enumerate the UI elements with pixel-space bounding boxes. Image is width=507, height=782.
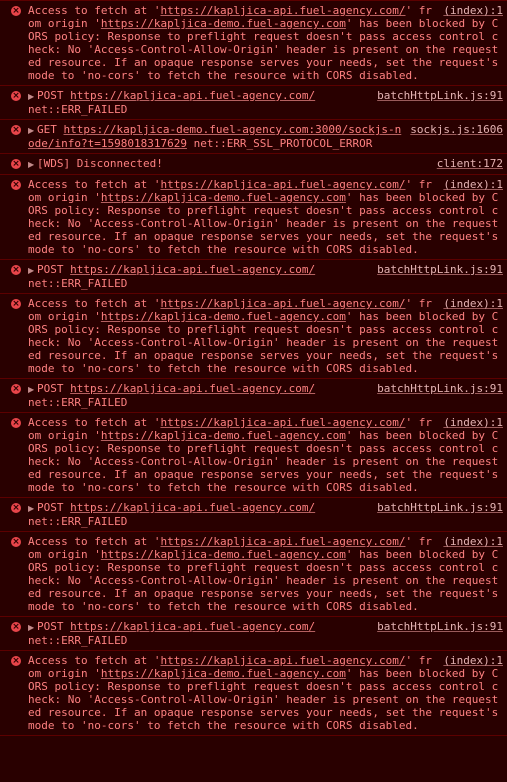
- error-x-icon: ×: [11, 91, 21, 101]
- url-link[interactable]: https://kapljica-api.fuel-agency.com/: [70, 501, 315, 514]
- url-link[interactable]: https://kapljica-api.fuel-agency.com/: [160, 4, 405, 17]
- console-message-cors-error: × (index):1 Access to fetch at 'https://ka…: [0, 413, 507, 498]
- error-x-icon: ×: [11, 6, 21, 16]
- console-message-network-error[interactable]: × batchHttpLink.js:91 ▶ POST https://kaplji…: [0, 617, 507, 651]
- error-x-icon: ×: [11, 656, 21, 666]
- error-x-icon: ×: [11, 125, 21, 135]
- url-link[interactable]: https://kapljica-api.fuel-agency.com/: [160, 416, 405, 429]
- error-x-icon: ×: [11, 180, 21, 190]
- source-link[interactable]: (index):1: [443, 297, 503, 310]
- disclosure-triangle-icon[interactable]: ▶: [28, 158, 37, 171]
- error-code: net::ERR_FAILED: [28, 634, 128, 647]
- url-link[interactable]: https://kapljica-api.fuel-agency.com/: [70, 263, 315, 276]
- url-link[interactable]: https://kapljica-demo.fuel-agency.com: [101, 191, 346, 204]
- disclosure-triangle-icon[interactable]: ▶: [28, 383, 37, 396]
- error-x-icon: ×: [11, 384, 21, 394]
- error-code: net::ERR_SSL_PROTOCOL_ERROR: [193, 137, 373, 150]
- disclosure-triangle-icon[interactable]: ▶: [28, 124, 37, 137]
- http-method: POST: [37, 263, 64, 276]
- console-message-network-error[interactable]: × batchHttpLink.js:91 ▶ POST https://kaplji…: [0, 379, 507, 413]
- url-link[interactable]: https://kapljica-api.fuel-agency.com/: [160, 178, 405, 191]
- source-link[interactable]: batchHttpLink.js:91: [377, 501, 503, 514]
- url-link[interactable]: https://kapljica-demo.fuel-agency.com: [101, 548, 346, 561]
- message-text: Access to fetch at ': [28, 416, 161, 429]
- source-link[interactable]: client:172: [437, 157, 503, 170]
- source-link[interactable]: (index):1: [443, 654, 503, 667]
- url-link[interactable]: https://kapljica-demo.fuel-agency.com: [101, 17, 346, 30]
- disclosure-triangle-icon[interactable]: ▶: [28, 264, 37, 277]
- source-link[interactable]: batchHttpLink.js:91: [377, 263, 503, 276]
- error-x-icon: ×: [11, 503, 21, 513]
- console-message-network-error[interactable]: × batchHttpLink.js:91 ▶ POST https://kaplji…: [0, 498, 507, 532]
- http-method: GET: [37, 123, 57, 136]
- url-link[interactable]: https://kapljica-api.fuel-agency.com/: [70, 620, 315, 633]
- error-x-icon: ×: [11, 537, 21, 547]
- message-text: Access to fetch at ': [28, 178, 161, 191]
- url-link[interactable]: https://kapljica-api.fuel-agency.com/: [70, 89, 315, 102]
- http-method: POST: [37, 620, 64, 633]
- message-text: Access to fetch at ': [28, 297, 161, 310]
- url-link[interactable]: https://kapljica-demo.fuel-agency.com: [101, 429, 346, 442]
- message-text: Access to fetch at ': [28, 535, 161, 548]
- console-message-network-error[interactable]: × batchHttpLink.js:91 ▶ POST https://kaplji…: [0, 86, 507, 120]
- console-message-cors-error: × (index):1 Access to fetch at 'https://ka…: [0, 294, 507, 379]
- source-link[interactable]: (index):1: [443, 4, 503, 17]
- disclosure-triangle-icon[interactable]: ▶: [28, 502, 37, 515]
- url-link[interactable]: https://kapljica-api.fuel-agency.com/: [160, 535, 405, 548]
- source-link[interactable]: batchHttpLink.js:91: [377, 382, 503, 395]
- http-method: POST: [37, 382, 64, 395]
- console-message-cors-error: × (index):1 Access to fetch at 'https://ka…: [0, 0, 507, 86]
- source-link[interactable]: sockjs.js:1606: [410, 123, 503, 136]
- message-text: Access to fetch at ': [28, 4, 161, 17]
- error-x-icon: ×: [11, 159, 21, 169]
- error-x-icon: ×: [11, 418, 21, 428]
- console-message-cors-error: × (index):1 Access to fetch at 'https://ka…: [0, 175, 507, 260]
- source-link[interactable]: (index):1: [443, 535, 503, 548]
- console-message-wds[interactable]: × client:172 ▶ [WDS] Disconnected!: [0, 154, 507, 175]
- source-link[interactable]: batchHttpLink.js:91: [377, 620, 503, 633]
- url-link[interactable]: https://kapljica-api.fuel-agency.com/: [160, 297, 405, 310]
- error-x-icon: ×: [11, 622, 21, 632]
- url-link[interactable]: https://kapljica-demo.fuel-agency.com: [101, 310, 346, 323]
- console-error-log: × (index):1 Access to fetch at 'https://ka…: [0, 0, 507, 782]
- console-message-network-error[interactable]: × sockjs.js:1606 ▶ GET https://kapljica-dem…: [0, 120, 507, 154]
- source-link[interactable]: (index):1: [443, 178, 503, 191]
- console-message-cors-error: × (index):1 Access to fetch at 'https://ka…: [0, 532, 507, 617]
- disclosure-triangle-icon[interactable]: ▶: [28, 90, 37, 103]
- url-link[interactable]: https://kapljica-api.fuel-agency.com/: [160, 654, 405, 667]
- error-code: net::ERR_FAILED: [28, 277, 128, 290]
- error-code: net::ERR_FAILED: [28, 396, 128, 409]
- http-method: POST: [37, 89, 64, 102]
- source-link[interactable]: batchHttpLink.js:91: [377, 89, 503, 102]
- console-message-cors-error: × (index):1 Access to fetch at 'https://ka…: [0, 651, 507, 736]
- source-link[interactable]: (index):1: [443, 416, 503, 429]
- error-x-icon: ×: [11, 299, 21, 309]
- url-link[interactable]: https://kapljica-api.fuel-agency.com/: [70, 382, 315, 395]
- disclosure-triangle-icon[interactable]: ▶: [28, 621, 37, 634]
- error-code: net::ERR_FAILED: [28, 515, 128, 528]
- url-link[interactable]: https://kapljica-demo.fuel-agency.com: [101, 667, 346, 680]
- error-x-icon: ×: [11, 265, 21, 275]
- console-message-network-error[interactable]: × batchHttpLink.js:91 ▶ POST https://kaplji…: [0, 260, 507, 294]
- error-code: net::ERR_FAILED: [28, 103, 128, 116]
- message-text: [WDS] Disconnected!: [37, 157, 163, 170]
- message-text: Access to fetch at ': [28, 654, 161, 667]
- http-method: POST: [37, 501, 64, 514]
